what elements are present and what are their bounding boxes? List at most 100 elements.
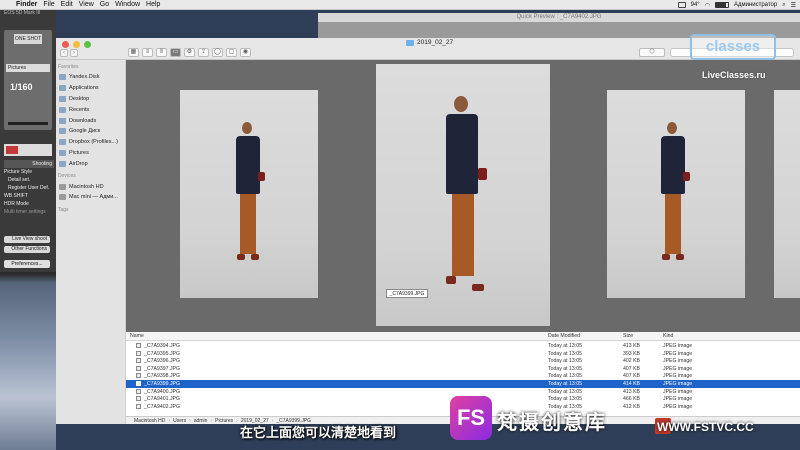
sidebar-item-google-drive[interactable]: Google Диск (56, 126, 125, 137)
photo-thumbnail-next[interactable] (607, 90, 745, 298)
user-name[interactable]: Администратор (734, 2, 777, 8)
menu-help[interactable]: Help (146, 1, 166, 8)
cell-size: 412 KB (623, 403, 641, 410)
dropbox-icon (59, 139, 66, 146)
close-icon[interactable] (62, 41, 69, 48)
nav-buttons: ‹ › (60, 49, 78, 57)
cloud-icon (59, 74, 66, 81)
cell-kind: JPEG image (663, 343, 693, 349)
gallery-view-icon[interactable]: ▭ (170, 48, 181, 57)
sidebar-item-desktop[interactable]: Desktop (56, 94, 125, 105)
photo-thumbnail-prev[interactable] (180, 90, 318, 298)
devices-header: Devices (58, 173, 76, 180)
menu-edit[interactable]: Edit (61, 1, 79, 8)
menu-hdr-mode[interactable]: HDR Mode (4, 200, 54, 208)
cell-size: 393 KB (623, 350, 641, 357)
shooting-header: Shooting (4, 160, 54, 168)
menu-wb-shift[interactable]: WB SHIFT (4, 192, 54, 200)
cell-name: _C7A9401.JPG (144, 396, 181, 403)
gear-icon[interactable]: ⚙ (184, 48, 195, 57)
minimize-icon[interactable] (73, 41, 80, 48)
column-name[interactable]: Name (130, 333, 144, 339)
model-figure (653, 120, 693, 270)
sidebar-label: Yandex.Disk (69, 74, 100, 81)
table-row[interactable]: _C7A9395.JPG Today at 13:05 393 KB JPEG ima… (126, 350, 800, 358)
sidebar-item-macintosh-hd[interactable]: Macintosh HD (56, 181, 125, 192)
table-row[interactable]: _C7A9400.JPG Today at 13:05 413 KB JPEG ima… (126, 388, 800, 396)
shooting-menu: Shooting Picture Style Detail set. Regis… (4, 160, 54, 216)
menu-view[interactable]: View (79, 1, 100, 8)
menu-detail-set[interactable]: Detail set. (4, 176, 54, 184)
status-icon[interactable] (677, 2, 686, 8)
shot-mode[interactable]: ONE SHOT (14, 34, 42, 44)
other-functions-button[interactable]: Other Functions (4, 246, 50, 253)
sidebar-item-airdrop[interactable]: AirDrop (56, 158, 125, 169)
icon-view-icon[interactable]: ▦ (128, 48, 139, 57)
jpeg-file-icon (136, 403, 141, 409)
tag-icon[interactable]: ◯ (212, 48, 223, 57)
table-row[interactable]: _C7A9399.JPG Today at 13:05 414 KB JPEG ima… (126, 380, 800, 388)
sidebar-item-pictures[interactable]: Pictures (56, 148, 125, 159)
table-row[interactable]: _C7A9396.JPG Today at 13:05 402 KB JPEG ima… (126, 357, 800, 365)
menu-picture-style[interactable]: Picture Style (4, 168, 54, 176)
column-size[interactable]: Size (623, 333, 633, 339)
forward-icon[interactable]: › (70, 49, 78, 57)
menu-bar: Finder File Edit View Go Window Help 94°… (0, 0, 800, 10)
model-figure (228, 120, 268, 270)
zoom-icon[interactable] (84, 41, 91, 48)
tags-header: Tags (58, 206, 69, 213)
download-icon (59, 117, 66, 124)
folder-select[interactable]: Pictures (6, 64, 50, 72)
column-date[interactable]: Date Modified (548, 333, 580, 339)
path-pictures[interactable]: Pictures (215, 418, 233, 424)
live-view-button[interactable]: Live View shoot (4, 236, 50, 243)
cell-date: Today at 13:05 (548, 396, 583, 403)
photo-thumbnail-partial[interactable] (774, 90, 800, 298)
sidebar-item-yandex[interactable]: Yandex.Disk (56, 72, 125, 83)
shutter-value[interactable]: 1/160 (10, 82, 33, 92)
sidebar-item-downloads[interactable]: Downloads (56, 115, 125, 126)
path-admin[interactable]: admin (194, 418, 208, 424)
list-header: Name Date Modified Size Kind (126, 332, 800, 341)
view-toolbar: ▦ ≡ ⫴ ▭ ⚙ ⇪ ◯ ▢ ◉ (128, 48, 251, 57)
path-macintosh-hd[interactable]: Macintosh HD (134, 418, 165, 424)
back-icon[interactable]: ‹ (60, 49, 68, 57)
cell-name: _C7A9400.JPG (144, 388, 181, 395)
menu-file[interactable]: File (43, 1, 60, 8)
cell-kind: JPEG image (663, 388, 693, 395)
path-users[interactable]: Users (173, 418, 186, 424)
list-view-icon[interactable]: ≡ (142, 48, 153, 57)
photo-preview-current[interactable] (376, 64, 550, 326)
menu-multi-timer[interactable]: Multi timer settings (4, 208, 54, 216)
menu-window[interactable]: Window (115, 1, 146, 8)
camera-lcd: ONE SHOT Pictures 1/160 (4, 30, 52, 130)
menu-go[interactable]: Go (100, 1, 115, 8)
dropbox-icon[interactable]: ⬡ (639, 48, 665, 57)
sidebar-item-recents[interactable]: Recents (56, 104, 125, 115)
menu-register-user[interactable]: Register User Def. (4, 184, 54, 192)
cell-size: 402 KB (623, 358, 641, 365)
folder-action-icon[interactable]: ▢ (226, 48, 237, 57)
sidebar-label: Desktop (69, 95, 90, 102)
wifi-icon[interactable]: ◠ (705, 2, 710, 9)
cell-date: Today at 13:05 (548, 358, 583, 365)
search-icon[interactable]: ⌕ (782, 2, 785, 9)
list-icon[interactable]: ☰ (791, 2, 796, 9)
table-row[interactable]: _C7A9394.JPG Today at 13:05 413 KB JPEG ima… (126, 342, 800, 350)
column-view-icon[interactable]: ⫴ (156, 48, 167, 57)
table-row[interactable]: _C7A9397.JPG Today at 13:05 407 KB JPEG ima… (126, 365, 800, 373)
finder-window: ‹ › 2019_02_27 ▦ ≡ ⫴ ▭ ⚙ ⇪ ◯ ▢ ◉ ⬡ Favor… (56, 38, 800, 424)
table-row[interactable]: _C7A9398.JPG Today at 13:05 407 KB JPEG ima… (126, 372, 800, 380)
camera-icon[interactable] (6, 146, 18, 154)
quicklook-icon[interactable]: ◉ (240, 48, 251, 57)
menu-app-finder[interactable]: Finder (14, 1, 43, 8)
share-icon[interactable]: ⇪ (198, 48, 209, 57)
folder-icon (59, 128, 66, 135)
column-kind[interactable]: Kind (663, 333, 673, 339)
battery-icon[interactable] (714, 2, 729, 8)
preferences-button[interactable]: Preferences... (4, 260, 50, 268)
sidebar-item-dropbox[interactable]: Dropbox (Profiles...) (56, 137, 125, 148)
sidebar-item-mac-mini[interactable]: Mac mini — Адми... (56, 192, 125, 203)
fs-brand-logo: FS (450, 396, 492, 440)
sidebar-item-applications[interactable]: Applications (56, 83, 125, 94)
